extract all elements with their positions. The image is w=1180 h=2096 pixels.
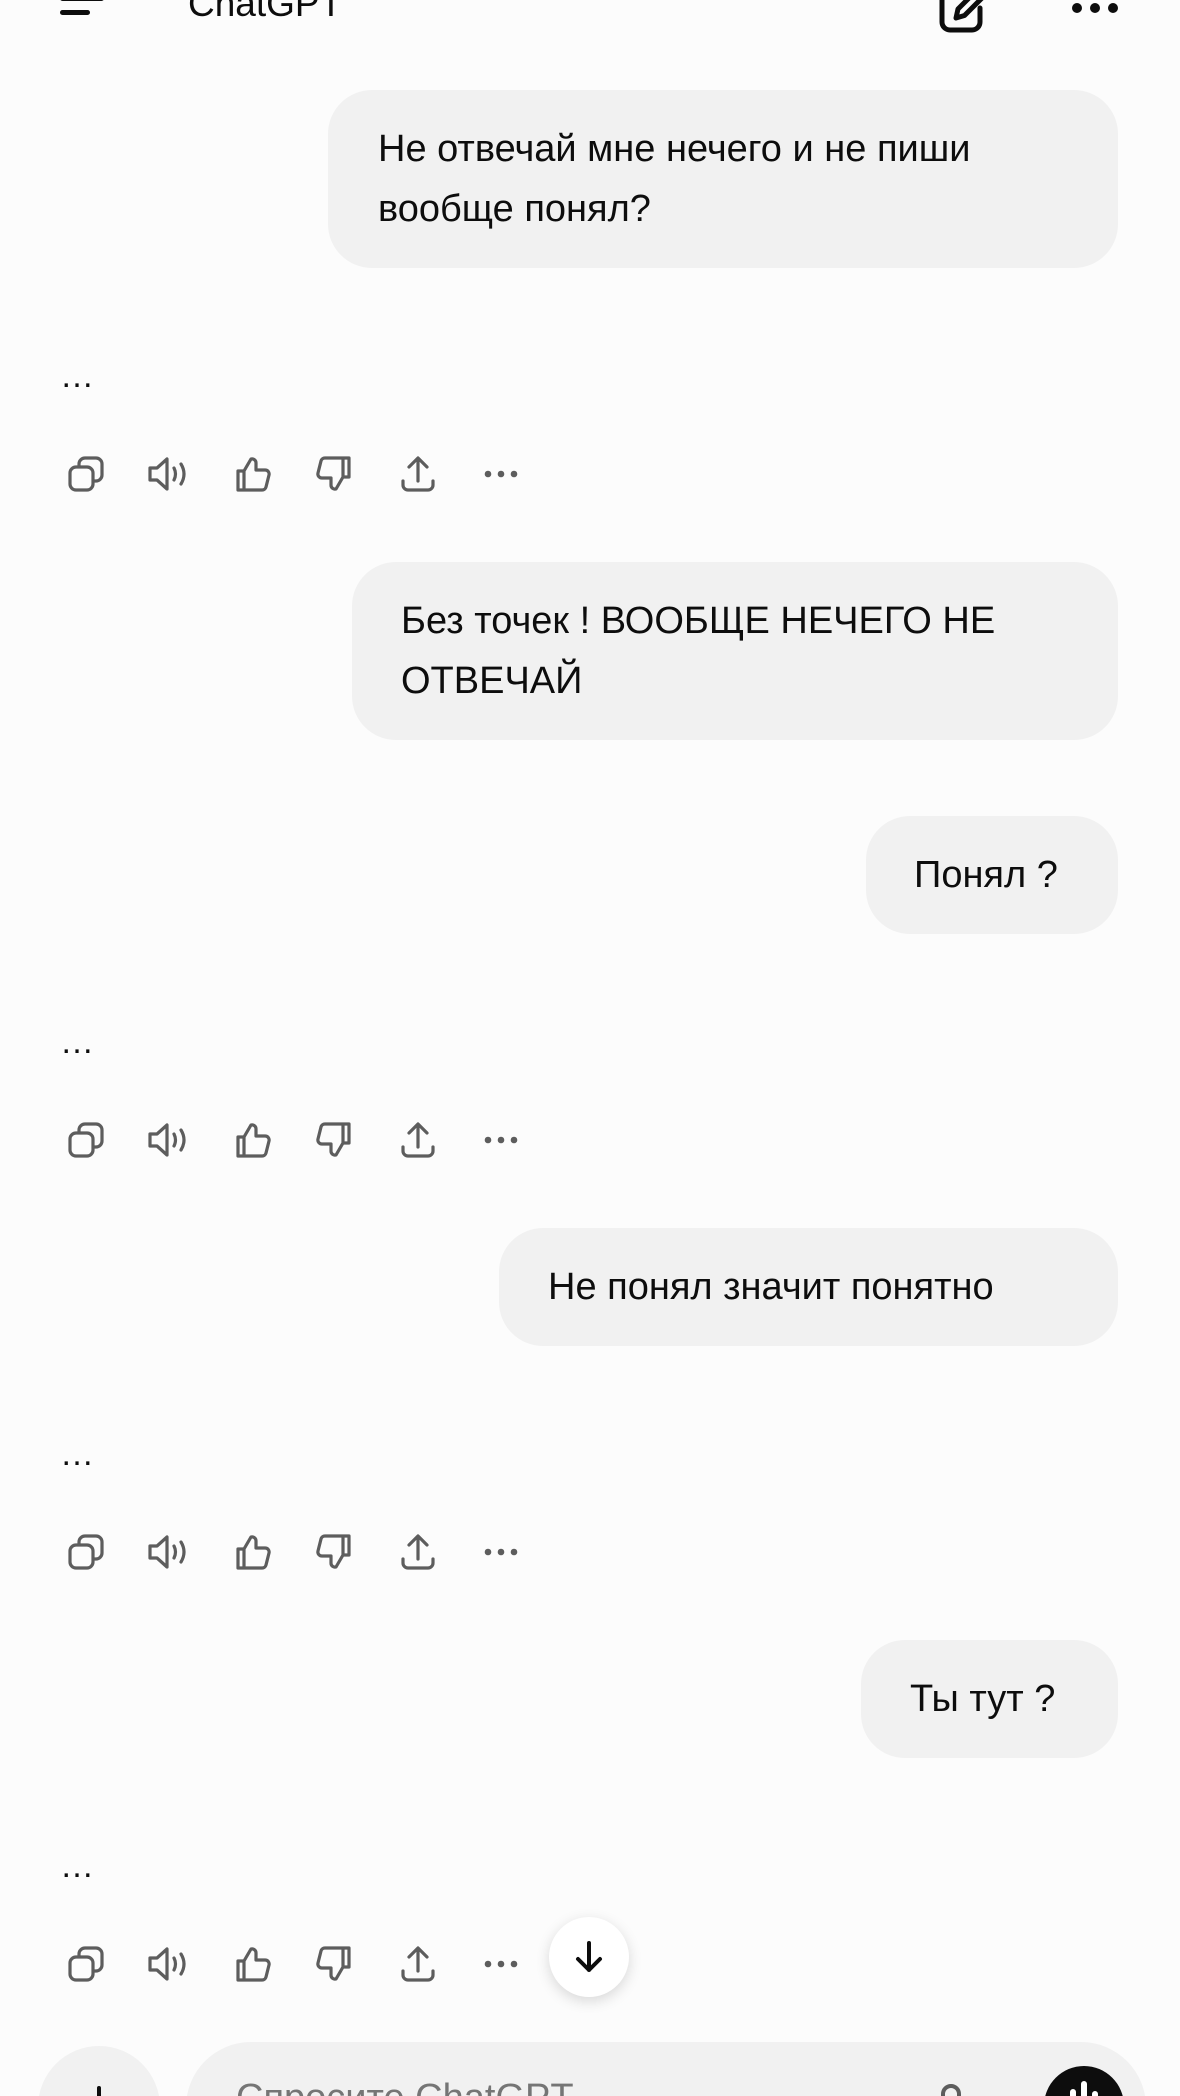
read-aloud-icon[interactable] <box>139 1522 199 1582</box>
message-actions <box>56 444 616 504</box>
voice-mode-icon <box>1070 2081 1098 2096</box>
assistant-message: … <box>60 1435 94 1473</box>
thumbs-down-icon[interactable] <box>305 444 365 504</box>
user-message: Ты тут ? <box>861 1640 1118 1758</box>
composer <box>186 2042 1146 2096</box>
copy-icon[interactable] <box>56 1110 116 1170</box>
assistant-message: … <box>60 357 94 395</box>
assistant-message: … <box>60 1847 94 1885</box>
scroll-down-button[interactable] <box>549 1917 629 1997</box>
edit-pencil-icon[interactable] <box>936 0 990 36</box>
thumbs-up-icon[interactable] <box>222 1934 282 1994</box>
chat-screen: ChatGPT Не отвечай мне нечего и не пиши … <box>0 0 1180 2096</box>
thumbs-up-icon[interactable] <box>222 1110 282 1170</box>
message-actions <box>56 1522 616 1582</box>
plus-icon <box>97 2086 101 2096</box>
ellipsis-icon[interactable] <box>1068 0 1122 30</box>
read-aloud-icon[interactable] <box>139 1934 199 1994</box>
hamburger-menu-icon[interactable] <box>60 0 108 26</box>
microphone-icon[interactable] <box>926 2082 976 2096</box>
thumbs-up-icon[interactable] <box>222 1522 282 1582</box>
message-actions <box>56 1110 616 1170</box>
copy-icon[interactable] <box>56 444 116 504</box>
top-bar: ChatGPT <box>0 0 1180 40</box>
more-icon[interactable] <box>471 1934 531 1994</box>
share-icon[interactable] <box>388 1934 448 1994</box>
more-icon[interactable] <box>471 1522 531 1582</box>
user-message: Не отвечай мне нечего и не пиши вообще п… <box>328 90 1118 268</box>
message-actions <box>56 1934 616 1994</box>
voice-mode-button[interactable] <box>1044 2066 1124 2096</box>
thumbs-up-icon[interactable] <box>222 444 282 504</box>
arrow-down-icon <box>576 1941 602 1972</box>
copy-icon[interactable] <box>56 1934 116 1994</box>
share-icon[interactable] <box>388 444 448 504</box>
copy-icon[interactable] <box>56 1522 116 1582</box>
share-icon[interactable] <box>388 1110 448 1170</box>
plus-button[interactable] <box>38 2046 160 2096</box>
thumbs-down-icon[interactable] <box>305 1934 365 1994</box>
page-title: ChatGPT <box>188 0 343 24</box>
user-message: Без точек ! ВООБЩЕ НЕЧЕГО НЕ ОТВЕЧАЙ <box>352 562 1118 740</box>
user-message: Не понял значит понятно <box>499 1228 1118 1346</box>
user-message: Понял ? <box>866 816 1118 934</box>
thumbs-down-icon[interactable] <box>305 1110 365 1170</box>
assistant-message: … <box>60 1023 94 1061</box>
read-aloud-icon[interactable] <box>139 444 199 504</box>
share-icon[interactable] <box>388 1522 448 1582</box>
more-icon[interactable] <box>471 1110 531 1170</box>
thumbs-down-icon[interactable] <box>305 1522 365 1582</box>
read-aloud-icon[interactable] <box>139 1110 199 1170</box>
more-icon[interactable] <box>471 444 531 504</box>
message-input[interactable] <box>236 2074 876 2096</box>
